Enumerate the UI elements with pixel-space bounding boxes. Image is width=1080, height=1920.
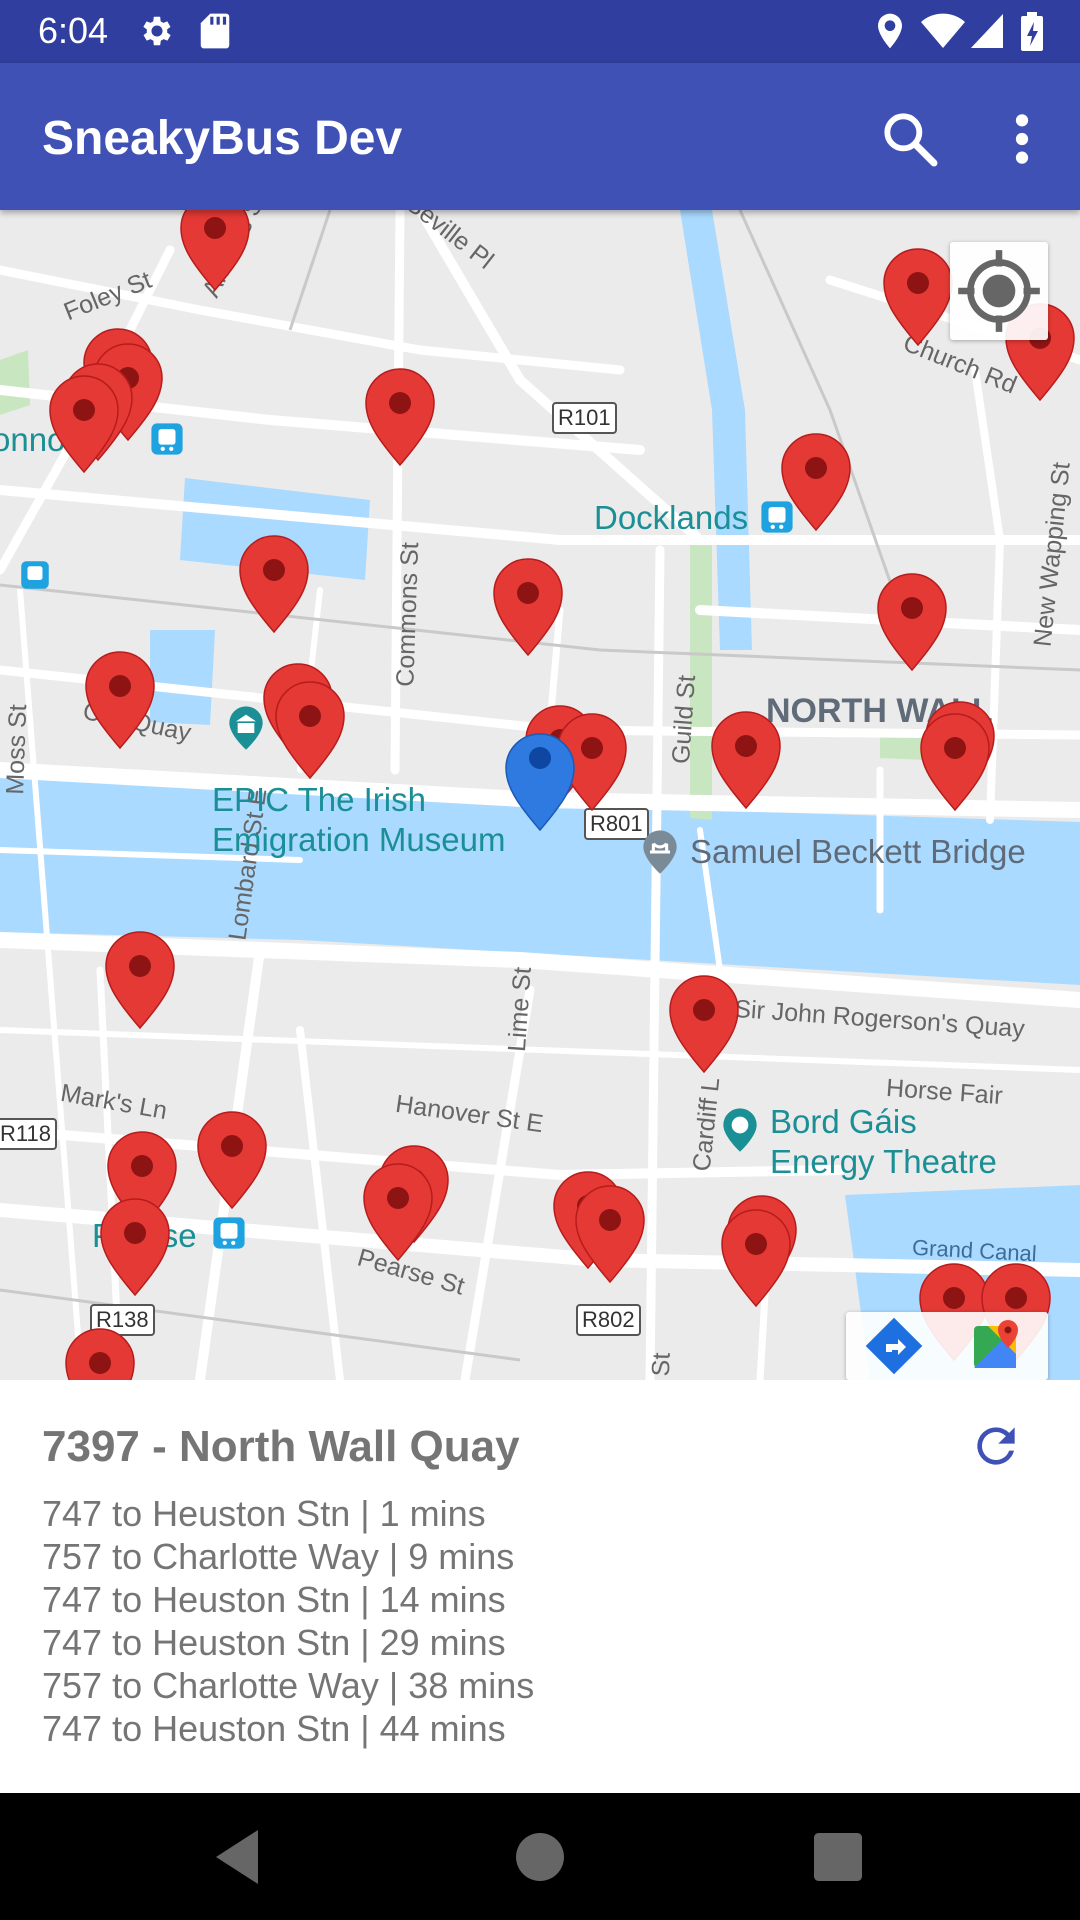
my-location-icon — [958, 250, 1040, 332]
map-marker[interactable] — [197, 1111, 267, 1209]
map-marker[interactable] — [781, 433, 851, 531]
directions-icon — [865, 1317, 923, 1375]
map-marker[interactable] — [85, 651, 155, 749]
stop-info-panel: 7397 - North Wall Quay 747 to Heuston St… — [0, 1380, 1080, 1793]
map-marker[interactable] — [721, 1209, 791, 1307]
map-toolbar — [846, 1312, 1048, 1380]
arrival-item: 747 to Heuston Stn | 1 mins — [42, 1493, 486, 1534]
sd-card-icon — [200, 13, 230, 49]
map-marker[interactable] — [239, 535, 309, 633]
back-icon[interactable] — [204, 1821, 276, 1893]
map-marker[interactable] — [493, 558, 563, 656]
stop-title: 7397 - North Wall Quay — [42, 1422, 520, 1471]
map-marker[interactable] — [363, 1163, 433, 1261]
map-marker[interactable] — [711, 711, 781, 809]
map-marker[interactable] — [49, 375, 119, 473]
map-marker[interactable] — [65, 1328, 135, 1380]
open-in-maps-button[interactable] — [948, 1312, 1048, 1380]
status-time: 6:04 — [38, 10, 109, 51]
map-marker[interactable] — [180, 210, 250, 291]
map-marker[interactable] — [100, 1198, 170, 1296]
wifi-icon — [921, 13, 965, 49]
map-view[interactable]: Foley St Amiens St Seville Pl Church Rd … — [0, 210, 1080, 1380]
status-bar: 6:04 — [0, 0, 1080, 63]
signal-icon — [971, 14, 1003, 48]
my-location-button[interactable] — [950, 242, 1048, 340]
app-title: SneakyBus Dev — [42, 112, 403, 165]
location-pin-icon — [878, 13, 902, 49]
stop-markers — [49, 210, 1075, 1380]
map-marker[interactable] — [365, 368, 435, 466]
arrival-item: 757 to Charlotte Way | 9 mins — [42, 1536, 515, 1577]
map-marker[interactable] — [669, 975, 739, 1073]
map-marker[interactable] — [275, 681, 345, 779]
system-nav-bar — [0, 1793, 1080, 1920]
map-marker[interactable] — [883, 248, 953, 346]
google-maps-icon — [974, 1320, 1018, 1368]
arrival-item: 747 to Heuston Stn | 44 mins — [42, 1708, 506, 1749]
map-marker[interactable] — [575, 1185, 645, 1283]
more-vert-icon[interactable] — [990, 107, 1054, 171]
arrival-list: 747 to Heuston Stn | 1 mins 757 to Charl… — [42, 1492, 534, 1750]
recents-icon[interactable] — [802, 1821, 874, 1893]
arrival-item: 757 to Charlotte Way | 38 mins — [42, 1665, 535, 1706]
selected-stop-marker[interactable] — [505, 733, 575, 832]
map-marker[interactable] — [105, 931, 175, 1029]
map-marker[interactable] — [877, 573, 947, 671]
directions-button[interactable] — [846, 1312, 946, 1380]
gear-icon — [143, 16, 171, 46]
app-bar: SneakyBus Dev — [0, 63, 1080, 210]
home-icon[interactable] — [504, 1821, 576, 1893]
arrival-item: 747 to Heuston Stn | 29 mins — [42, 1622, 506, 1663]
search-icon[interactable] — [878, 107, 942, 171]
map-marker[interactable] — [920, 713, 990, 811]
arrival-item: 747 to Heuston Stn | 14 mins — [42, 1579, 506, 1620]
battery-icon — [1021, 12, 1043, 51]
refresh-icon[interactable] — [968, 1418, 1024, 1474]
